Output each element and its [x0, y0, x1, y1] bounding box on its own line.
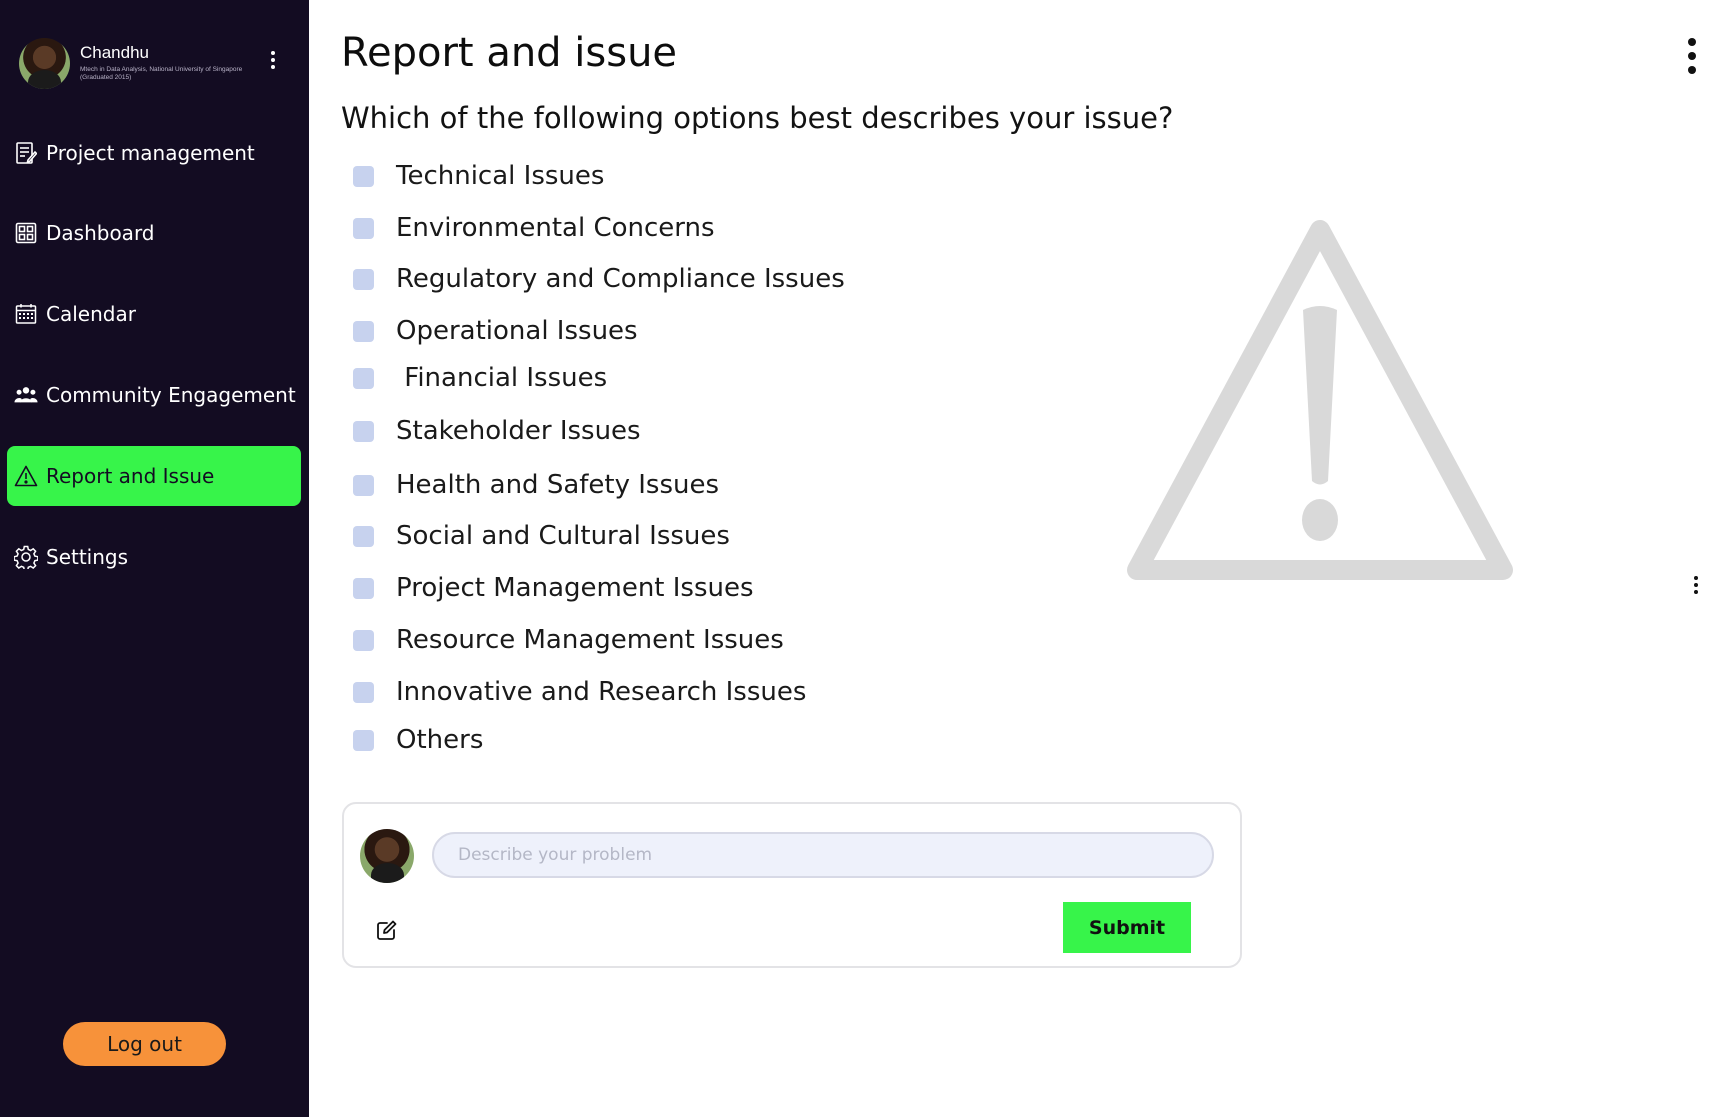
- more-options-icon[interactable]: [1688, 38, 1696, 74]
- sidebar-item-label: Dashboard: [46, 221, 155, 245]
- sidebar-item-project-management[interactable]: Project management: [7, 123, 301, 183]
- option-label: Health and Safety Issues: [396, 470, 720, 500]
- sidebar-item-label: Community Engagement: [46, 383, 296, 407]
- profile-name: Chandhu: [80, 43, 150, 62]
- checkbox[interactable]: [353, 525, 374, 547]
- profile-card: Chandhu Mtech in Data Analysis, National…: [19, 38, 299, 90]
- document-edit-icon: [14, 141, 38, 165]
- sidebar-item-label: Calendar: [46, 302, 136, 326]
- page-title: Report and issue: [341, 30, 678, 76]
- checkbox[interactable]: [353, 474, 374, 496]
- option-label: Operational Issues: [396, 316, 638, 346]
- sidebar-item-calendar[interactable]: Calendar: [7, 284, 301, 344]
- sidebar-item-label: Report and Issue: [46, 464, 215, 488]
- sidebar-item-settings[interactable]: Settings: [7, 527, 301, 587]
- profile-subtitle: Mtech in Data Analysis, National Univers…: [80, 66, 243, 81]
- option-label: Environmental Concerns: [396, 213, 715, 243]
- compose-box: Submit: [342, 802, 1242, 968]
- checkbox[interactable]: [353, 367, 374, 389]
- submit-button[interactable]: Submit: [1063, 902, 1191, 953]
- warning-icon: [14, 464, 38, 488]
- option-regulatory-compliance[interactable]: Regulatory and Compliance Issues: [353, 264, 845, 294]
- option-environmental-concerns[interactable]: Environmental Concerns: [353, 213, 715, 243]
- avatar: [360, 829, 414, 883]
- checkbox[interactable]: [353, 577, 374, 599]
- calendar-icon: [14, 302, 38, 326]
- option-stakeholder-issues[interactable]: Stakeholder Issues: [353, 416, 641, 446]
- option-others[interactable]: Others: [353, 725, 483, 755]
- option-innovative-research[interactable]: Innovative and Research Issues: [353, 677, 806, 707]
- avatar[interactable]: [19, 38, 70, 89]
- option-label: Innovative and Research Issues: [396, 677, 807, 707]
- sidebar-item-community-engagement[interactable]: Community Engagement: [7, 365, 301, 425]
- option-label: Social and Cultural Issues: [396, 521, 730, 551]
- issue-question: Which of the following options best desc…: [341, 101, 1174, 135]
- checkbox[interactable]: [353, 268, 374, 290]
- checkbox[interactable]: [353, 420, 374, 442]
- option-technical-issues[interactable]: Technical Issues: [353, 161, 604, 191]
- sidebar: Chandhu Mtech in Data Analysis, National…: [0, 0, 309, 1117]
- gear-icon: [14, 545, 38, 569]
- option-label: Regulatory and Compliance Issues: [396, 264, 845, 294]
- option-project-management[interactable]: Project Management Issues: [353, 573, 754, 603]
- checkbox[interactable]: [353, 729, 374, 751]
- checkbox[interactable]: [353, 629, 374, 651]
- sidebar-item-report-and-issue[interactable]: Report and Issue: [7, 446, 301, 506]
- grid-icon: [14, 221, 38, 245]
- option-label: Stakeholder Issues: [396, 416, 641, 446]
- sidebar-item-label: Settings: [46, 545, 129, 569]
- people-icon: [14, 383, 38, 407]
- profile-menu-icon[interactable]: [268, 51, 278, 69]
- option-label: Others: [396, 725, 484, 755]
- sidebar-item-dashboard[interactable]: Dashboard: [7, 203, 301, 263]
- checkbox[interactable]: [353, 217, 374, 239]
- edit-icon[interactable]: [376, 919, 398, 945]
- option-social-cultural[interactable]: Social and Cultural Issues: [353, 521, 730, 551]
- warning-illustration-icon: [1127, 220, 1513, 580]
- option-label: Technical Issues: [396, 161, 605, 191]
- describe-problem-input[interactable]: [432, 832, 1214, 878]
- option-operational-issues[interactable]: Operational Issues: [353, 316, 638, 346]
- option-resource-management[interactable]: Resource Management Issues: [353, 625, 784, 655]
- checkbox[interactable]: [353, 681, 374, 703]
- option-label: Financial Issues: [396, 363, 608, 393]
- logout-button[interactable]: Log out: [63, 1022, 226, 1066]
- sidebar-item-label: Project management: [46, 141, 255, 165]
- checkbox[interactable]: [353, 320, 374, 342]
- option-health-safety[interactable]: Health and Safety Issues: [353, 470, 719, 500]
- option-financial-issues[interactable]: Financial Issues: [353, 363, 607, 393]
- checkbox[interactable]: [353, 165, 374, 187]
- option-label: Project Management Issues: [396, 573, 754, 603]
- more-options-icon[interactable]: [1694, 576, 1698, 594]
- option-label: Resource Management Issues: [396, 625, 784, 655]
